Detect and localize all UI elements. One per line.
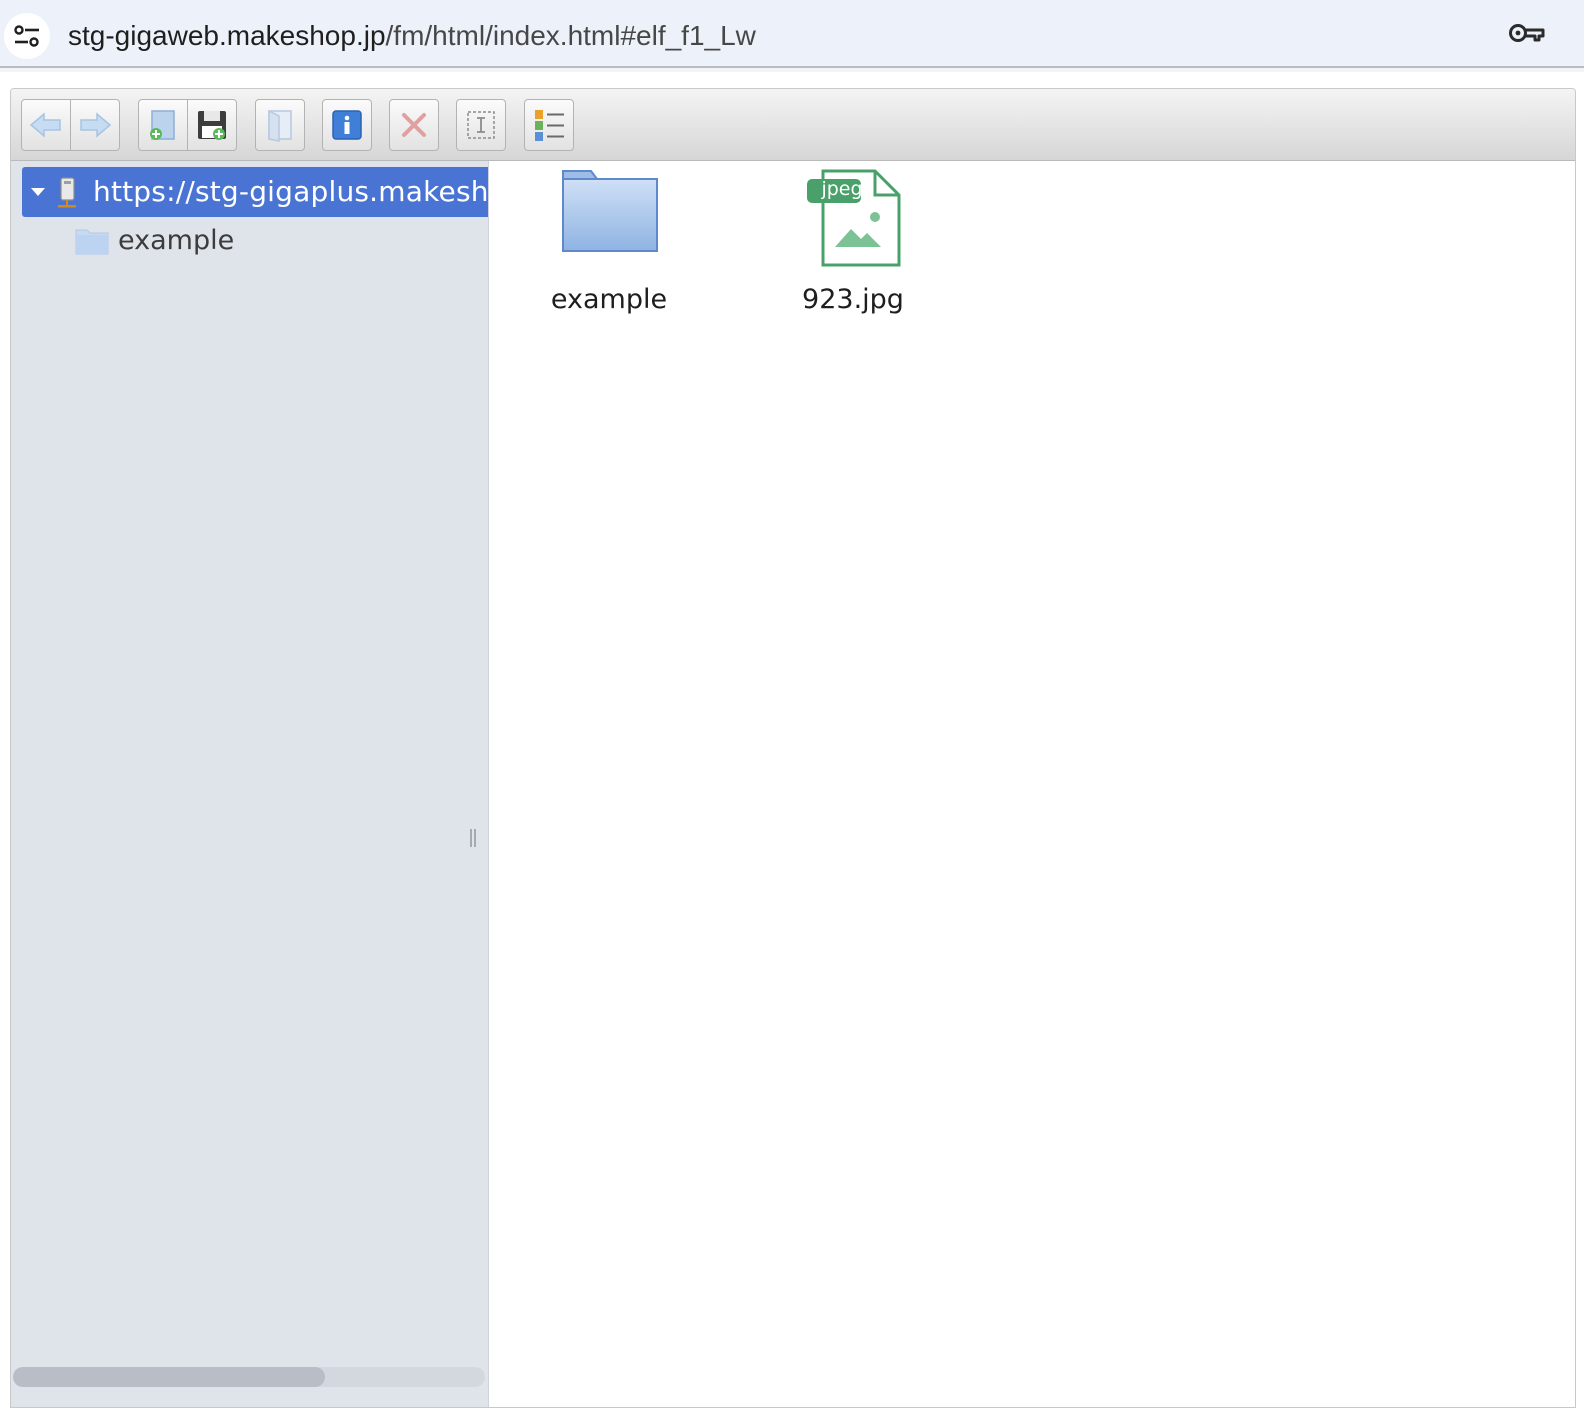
tree-root-label: https://stg-gigaplus.makeshop bbox=[93, 175, 489, 208]
navbar-horizontal-scrollbar[interactable] bbox=[13, 1367, 485, 1387]
site-settings-button[interactable] bbox=[4, 13, 50, 59]
arrow-right-icon bbox=[80, 112, 112, 138]
list-view-icon bbox=[535, 110, 564, 141]
save-icon bbox=[198, 111, 226, 140]
close-icon bbox=[402, 113, 426, 137]
file-item-image[interactable]: jpeg 923.jpg bbox=[773, 165, 933, 325]
server-icon bbox=[58, 177, 76, 208]
file-name: 923.jpg bbox=[802, 284, 904, 315]
url-field[interactable]: stg-gigaweb.makeshop.jp/fm/html/index.ht… bbox=[68, 18, 756, 54]
address-bar: stg-gigaweb.makeshop.jp/fm/html/index.ht… bbox=[0, 0, 1584, 68]
file-type-badge: jpeg bbox=[821, 178, 863, 200]
navbar-resize-handle[interactable] bbox=[470, 829, 476, 847]
folder-icon bbox=[75, 229, 109, 255]
delete-button[interactable] bbox=[389, 99, 439, 151]
file-name: example bbox=[550, 284, 668, 315]
forward-button[interactable] bbox=[70, 99, 120, 151]
view-button[interactable] bbox=[524, 99, 574, 151]
url-path: /fm/html/index.html#elf_f1_Lw bbox=[385, 20, 756, 51]
open-icon bbox=[268, 109, 292, 142]
upload-button[interactable] bbox=[138, 99, 188, 151]
download-button[interactable] bbox=[187, 99, 237, 151]
toolbar bbox=[11, 89, 1575, 161]
upload-icon bbox=[150, 110, 175, 140]
scrollbar-thumb[interactable] bbox=[13, 1367, 325, 1387]
select-icon bbox=[467, 111, 495, 139]
folder-icon bbox=[562, 170, 658, 252]
info-icon bbox=[332, 110, 362, 140]
url-host: stg-gigaweb.makeshop.jp bbox=[68, 20, 386, 51]
open-button[interactable] bbox=[255, 99, 305, 151]
tree-root-volume[interactable]: https://stg-gigaplus.makeshop bbox=[22, 167, 489, 217]
file-list: example jpeg 923.jpg bbox=[489, 161, 1575, 1407]
file-manager: https://stg-gigaplus.makeshop example ex… bbox=[10, 88, 1576, 1408]
chevron-down-icon[interactable] bbox=[30, 186, 46, 198]
arrow-left-icon bbox=[29, 112, 61, 138]
file-item-folder[interactable]: example bbox=[529, 165, 689, 325]
back-button[interactable] bbox=[21, 99, 71, 151]
tree-item-label: example bbox=[118, 225, 235, 256]
folder-tree: https://stg-gigaplus.makeshop example bbox=[11, 161, 489, 1407]
address-bar-shadow bbox=[0, 68, 1584, 72]
tune-icon bbox=[14, 25, 39, 47]
key-icon[interactable] bbox=[1508, 21, 1546, 50]
select-button[interactable] bbox=[456, 99, 506, 151]
info-button[interactable] bbox=[322, 99, 372, 151]
